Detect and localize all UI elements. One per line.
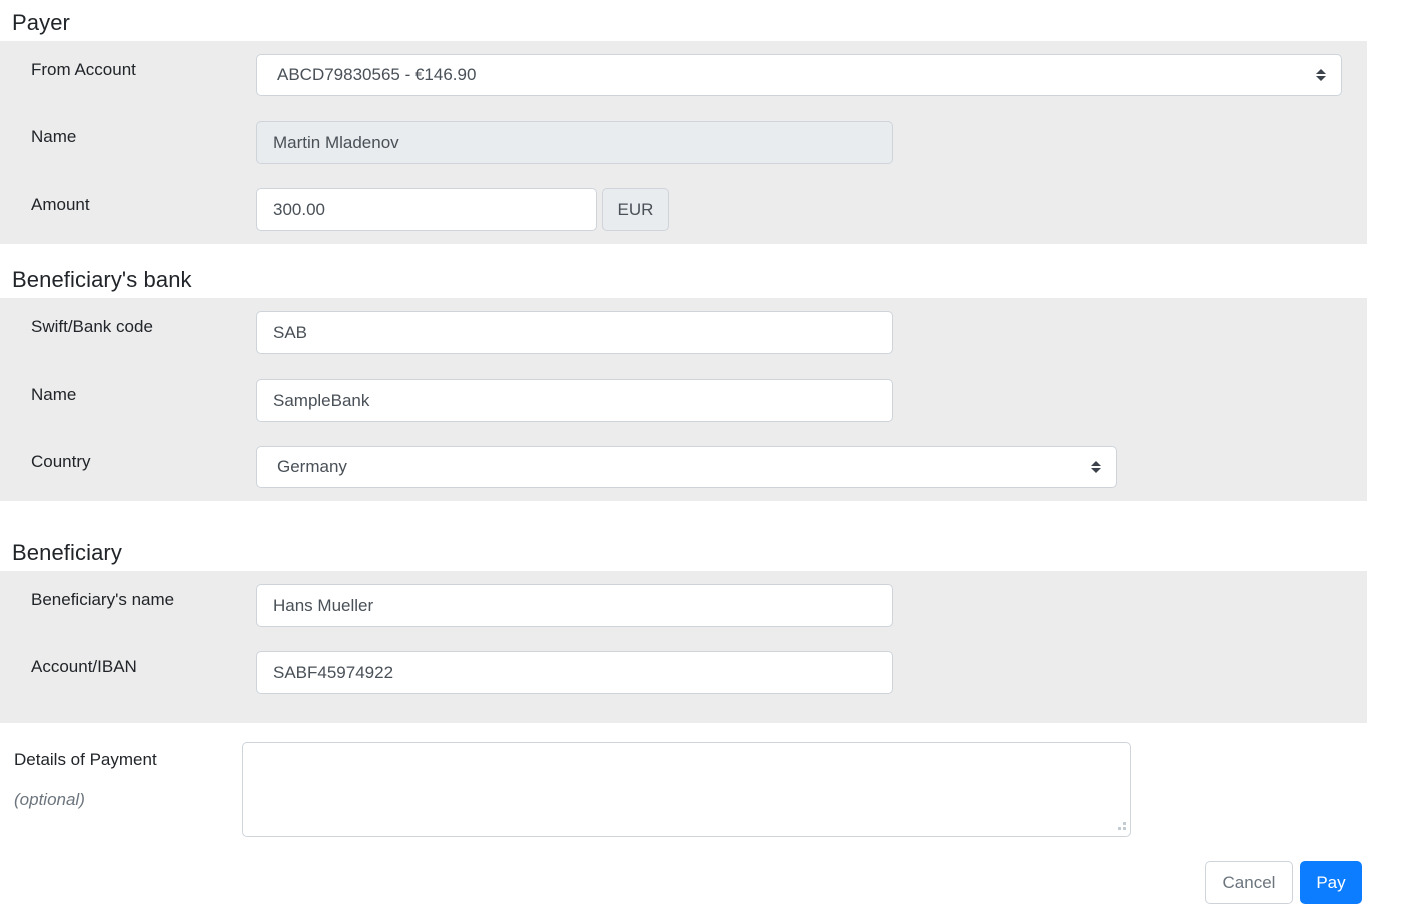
input-bank-name[interactable] <box>256 379 893 422</box>
label-details-optional: (optional) <box>14 790 85 809</box>
section-heading-beneficiary-bank: Beneficiary's bank <box>12 267 192 292</box>
chevron-updown-icon <box>1091 461 1101 473</box>
section-heading-beneficiary: Beneficiary <box>12 540 122 565</box>
input-payer-name <box>256 121 893 164</box>
addon-currency: EUR <box>602 188 669 231</box>
select-from-account-box[interactable]: ABCD79830565 - €146.90 <box>256 54 1342 96</box>
label-swift-code: Swift/Bank code <box>31 317 153 336</box>
select-country-value: Germany <box>277 457 347 476</box>
label-amount: Amount <box>31 195 90 214</box>
label-bank-name: Name <box>31 385 77 404</box>
label-details-of-payment: Details of Payment <box>14 750 157 769</box>
cancel-button-label: Cancel <box>1222 872 1276 892</box>
label-payer-name: Name <box>31 127 77 146</box>
select-country-box[interactable]: Germany <box>256 446 1117 488</box>
textarea-details-of-payment[interactable] <box>242 742 1131 837</box>
payment-form-page: Payer From Account ABCD79830565 - €146.9… <box>0 0 1403 914</box>
cancel-button[interactable]: Cancel <box>1205 861 1293 904</box>
select-from-account-value: ABCD79830565 - €146.90 <box>277 65 477 84</box>
input-swift-code[interactable] <box>256 311 893 354</box>
input-account-iban[interactable] <box>256 651 893 694</box>
pay-button[interactable]: Pay <box>1300 861 1362 904</box>
chevron-updown-icon <box>1316 69 1326 81</box>
label-country: Country <box>31 452 91 471</box>
addon-currency-label: EUR <box>617 199 654 219</box>
section-heading-payer: Payer <box>12 10 70 35</box>
select-country[interactable]: Germany <box>256 446 1117 488</box>
label-beneficiary-name: Beneficiary's name <box>31 590 175 609</box>
label-account-iban: Account/IBAN <box>31 657 137 676</box>
input-amount[interactable] <box>256 188 597 231</box>
pay-button-label: Pay <box>1316 872 1346 892</box>
label-from-account: From Account <box>31 60 136 79</box>
input-beneficiary-name[interactable] <box>256 584 893 627</box>
select-from-account[interactable]: ABCD79830565 - €146.90 <box>256 54 1342 96</box>
